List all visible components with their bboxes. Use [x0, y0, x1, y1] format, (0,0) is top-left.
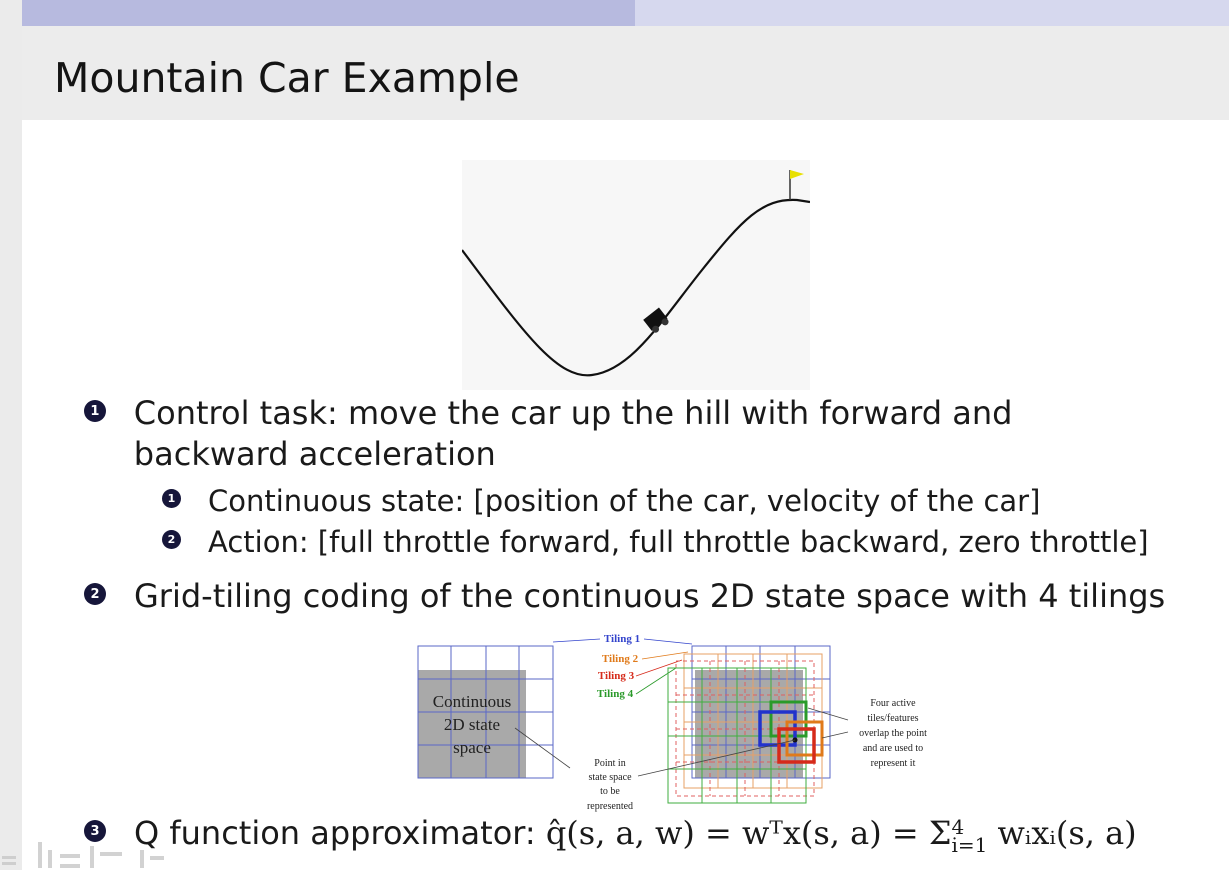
active-label-line: overlap the point [859, 728, 927, 739]
tiling-label: Tiling 3 [598, 670, 635, 682]
continuous-label-line: 2D state [444, 715, 500, 734]
equation-sum-body: wᵢxᵢ(s, a) [997, 814, 1137, 852]
q-function-label: Q function approximator: [134, 814, 536, 852]
watermark-graphic [2, 842, 164, 868]
continuous-label-line: space [453, 738, 491, 757]
point-label-line: state space [588, 772, 632, 783]
point-label-line: Point in [594, 758, 625, 769]
bullet-text: Q function approximator: q̂(s, a, w) = w… [134, 813, 1137, 857]
active-label-line: Four active [870, 698, 916, 709]
tiling-label: Tiling 2 [602, 653, 639, 665]
bullet-number: 1 [84, 400, 106, 422]
active-label-line: tiles/features [867, 713, 918, 724]
equation-lhs: q̂(s, a, w) [545, 814, 695, 852]
slide-header-bar-left [22, 0, 635, 26]
subbullet-number: 2 [162, 530, 181, 549]
q-function-equation: q̂(s, a, w) = wᵀx(s, a) = Σ 4 i=1 wᵢxᵢ(s, … [545, 814, 1137, 857]
continuous-state-grid: Continuous 2D state space [417, 645, 554, 779]
point-label-line: to be [600, 786, 620, 797]
subbullet-text: Continuous state: [position of the car, … [208, 484, 1041, 518]
tile-coding-figure: Continuous 2D state space Tiling 1 Tilin… [417, 633, 927, 812]
subbullet-text: Action: [full throttle forward, full thr… [208, 525, 1149, 559]
bullet-grid-tiling: 2 Grid-tiling coding of the continuous 2… [84, 576, 1165, 617]
left-margin-strip [0, 0, 22, 870]
subbullet-continuous-state: 1 Continuous state: [position of the car… [162, 482, 1040, 520]
continuous-label-line: Continuous [433, 692, 511, 711]
equation-mid: wᵀx(s, a) [742, 814, 882, 852]
bullet-text: Control task: move the car up the hill w… [133, 394, 1013, 473]
illustration-background [462, 160, 810, 390]
subbullet-action: 2 Action: [full throttle forward, full t… [162, 523, 1149, 561]
tiling-label: Tiling 1 [604, 633, 640, 645]
overlapping-tilings [667, 645, 831, 804]
bullet-number: 2 [84, 583, 106, 605]
bullet-q-function: 3 Q function approximator: q̂(s, a, w) =… [84, 813, 1137, 857]
tiling-label: Tiling 4 [597, 688, 634, 700]
slide-header-bar-right [635, 0, 1229, 26]
bullet-text: Grid-tiling coding of the continuous 2D … [134, 577, 1166, 615]
sum-lower-limit: i=1 [951, 832, 988, 857]
mountain-car-illustration [462, 160, 810, 390]
point-label-line: represented [587, 801, 633, 812]
bullet-control-task: 1 Control task: move the car up the hill… [84, 393, 1164, 475]
slide-title: Mountain Car Example [54, 54, 520, 102]
equation-sum-symbol: Σ [928, 814, 952, 852]
active-label-line: represent it [871, 758, 916, 769]
active-label-line: and are used to [863, 743, 923, 754]
subbullet-number: 1 [162, 489, 181, 508]
tiling-leader-lines [552, 638, 693, 695]
